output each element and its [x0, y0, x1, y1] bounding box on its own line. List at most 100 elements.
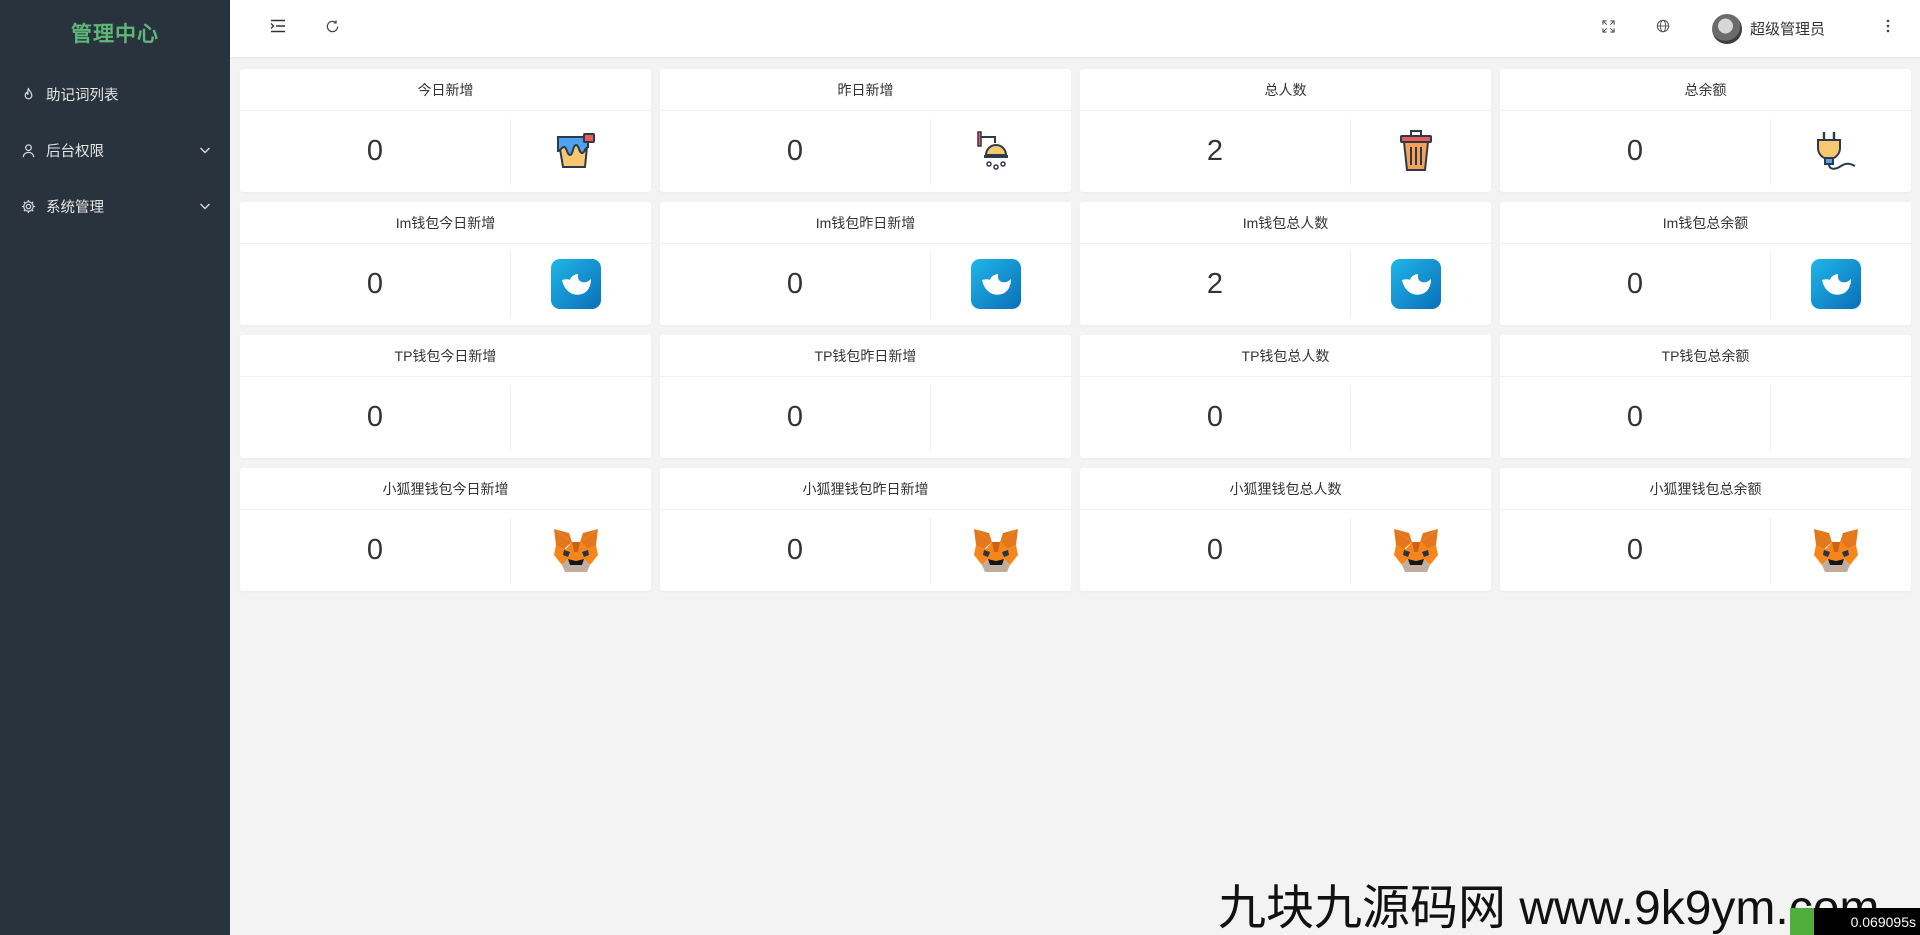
stat-card-title: 总人数	[1080, 69, 1491, 111]
sidebar-item-admin-permissions[interactable]: 后台权限	[0, 122, 230, 178]
stat-card-value: 0	[366, 534, 384, 566]
stat-card: TP钱包总人数 0	[1080, 335, 1491, 458]
fire-icon	[20, 86, 36, 102]
divider	[930, 518, 931, 584]
divider	[1350, 252, 1351, 318]
stat-card: 今日新增 0	[240, 69, 651, 192]
imtoken-icon	[1810, 258, 1862, 310]
trash-bin-icon	[1390, 125, 1442, 177]
divider	[1770, 518, 1771, 584]
stat-card: TP钱包总余额 0	[1500, 335, 1911, 458]
stat-card-value: 2	[1206, 268, 1224, 300]
paint-bucket-icon	[550, 125, 602, 177]
stat-card-value: 0	[366, 135, 384, 167]
stat-card-value: 0	[786, 534, 804, 566]
more-vertical-icon	[1886, 19, 1890, 38]
divider	[1350, 119, 1351, 185]
stat-card: Im钱包总人数 2	[1080, 202, 1491, 325]
brand-title[interactable]: 管理中心	[0, 0, 230, 66]
stat-card-title: Im钱包总余额	[1500, 202, 1911, 244]
divider	[930, 385, 931, 451]
stat-card-body: 0	[660, 377, 1071, 458]
divider	[510, 119, 511, 185]
stat-card-body: 0	[1500, 510, 1911, 591]
stat-card-value: 0	[1206, 401, 1224, 433]
render-timer: 0.069095s	[1790, 908, 1920, 935]
stat-card-body: 0	[240, 377, 651, 458]
stat-card-body: 0	[660, 510, 1071, 591]
stat-card: Im钱包今日新增 0	[240, 202, 651, 325]
stat-card-value: 0	[366, 401, 384, 433]
avatar	[1712, 13, 1742, 44]
stat-card: 昨日新增 0	[660, 69, 1071, 192]
menu-fold-icon	[270, 19, 286, 38]
top-header: 超级管理员	[230, 0, 1920, 57]
stat-card-value: 0	[786, 135, 804, 167]
stat-card-body: 0	[660, 244, 1071, 325]
stat-card-title: Im钱包今日新增	[240, 202, 651, 244]
divider	[1350, 385, 1351, 451]
stat-card-title: 小狐狸钱包总余额	[1500, 468, 1911, 510]
timer-value: 0.069095s	[1850, 913, 1916, 930]
stat-card: Im钱包总余额 0	[1500, 202, 1911, 325]
user-menu[interactable]: 超级管理员	[1712, 0, 1825, 57]
timer-logo-icon	[1790, 908, 1814, 935]
stat-card: 小狐狸钱包总余额 0	[1500, 468, 1911, 591]
stat-card-body: 0	[1080, 510, 1491, 591]
stat-card-title: Im钱包昨日新增	[660, 202, 1071, 244]
stat-card-body: 0	[660, 111, 1071, 192]
stat-card-title: 今日新增	[240, 69, 651, 111]
stat-card-title: Im钱包总人数	[1080, 202, 1491, 244]
sidebar-item-label: 助记词列表	[46, 87, 119, 104]
stat-card-title: TP钱包昨日新增	[660, 335, 1071, 377]
divider	[1770, 252, 1771, 318]
refresh-icon	[325, 19, 340, 39]
stat-card-value: 0	[1626, 135, 1644, 167]
imtoken-icon	[550, 258, 602, 310]
stat-card: 小狐狸钱包总人数 0	[1080, 468, 1491, 591]
more-options-button[interactable]	[1870, 0, 1906, 57]
divider	[930, 252, 931, 318]
stat-card-value: 0	[786, 268, 804, 300]
stat-card-body: 0	[1080, 377, 1491, 458]
stat-card-title: 小狐狸钱包今日新增	[240, 468, 651, 510]
stat-card-body: 0	[1500, 111, 1911, 192]
globe-icon	[1656, 19, 1670, 38]
sidebar-item-label: 系统管理	[46, 199, 104, 216]
plug-icon	[1810, 125, 1862, 177]
stat-card: 小狐狸钱包今日新增 0	[240, 468, 651, 591]
sidebar-item-mnemonic-list[interactable]: 助记词列表	[0, 66, 230, 122]
stat-card-title: 小狐狸钱包总人数	[1080, 468, 1491, 510]
stat-card: Im钱包昨日新增 0	[660, 202, 1071, 325]
metamask-fox-icon	[1390, 524, 1442, 576]
stat-card-value: 0	[1206, 534, 1224, 566]
user-icon	[20, 142, 36, 158]
stat-card-title: TP钱包总余额	[1500, 335, 1911, 377]
stat-card-body: 0	[240, 510, 651, 591]
stat-card-title: 总余额	[1500, 69, 1911, 111]
stat-card: 小狐狸钱包昨日新增 0	[660, 468, 1071, 591]
sidebar-item-label: 后台权限	[46, 143, 104, 160]
refresh-button[interactable]	[314, 0, 350, 57]
watermark-text: 九块九源码网 www.9k9ym.com	[1218, 882, 1880, 935]
stat-card: 总余额 0	[1500, 69, 1911, 192]
stat-card-body: 0	[1500, 244, 1911, 325]
imtoken-icon	[1390, 258, 1442, 310]
chevron-down-icon	[198, 199, 212, 213]
stat-card-body: 0	[240, 244, 651, 325]
metamask-fox-icon	[550, 524, 602, 576]
fullscreen-button[interactable]	[1590, 0, 1626, 57]
language-button[interactable]	[1645, 0, 1681, 57]
stat-card: TP钱包今日新增 0	[240, 335, 651, 458]
stat-card-value: 2	[1206, 135, 1224, 167]
shower-icon	[970, 125, 1022, 177]
divider	[930, 119, 931, 185]
gear-icon	[20, 198, 36, 214]
stat-card-body: 2	[1080, 244, 1491, 325]
stat-card-body: 0	[1500, 377, 1911, 458]
divider	[510, 518, 511, 584]
metamask-fox-icon	[970, 524, 1022, 576]
sidebar-item-system-management[interactable]: 系统管理	[0, 178, 230, 234]
stat-card-value: 0	[1626, 534, 1644, 566]
menu-fold-button[interactable]	[260, 0, 296, 57]
